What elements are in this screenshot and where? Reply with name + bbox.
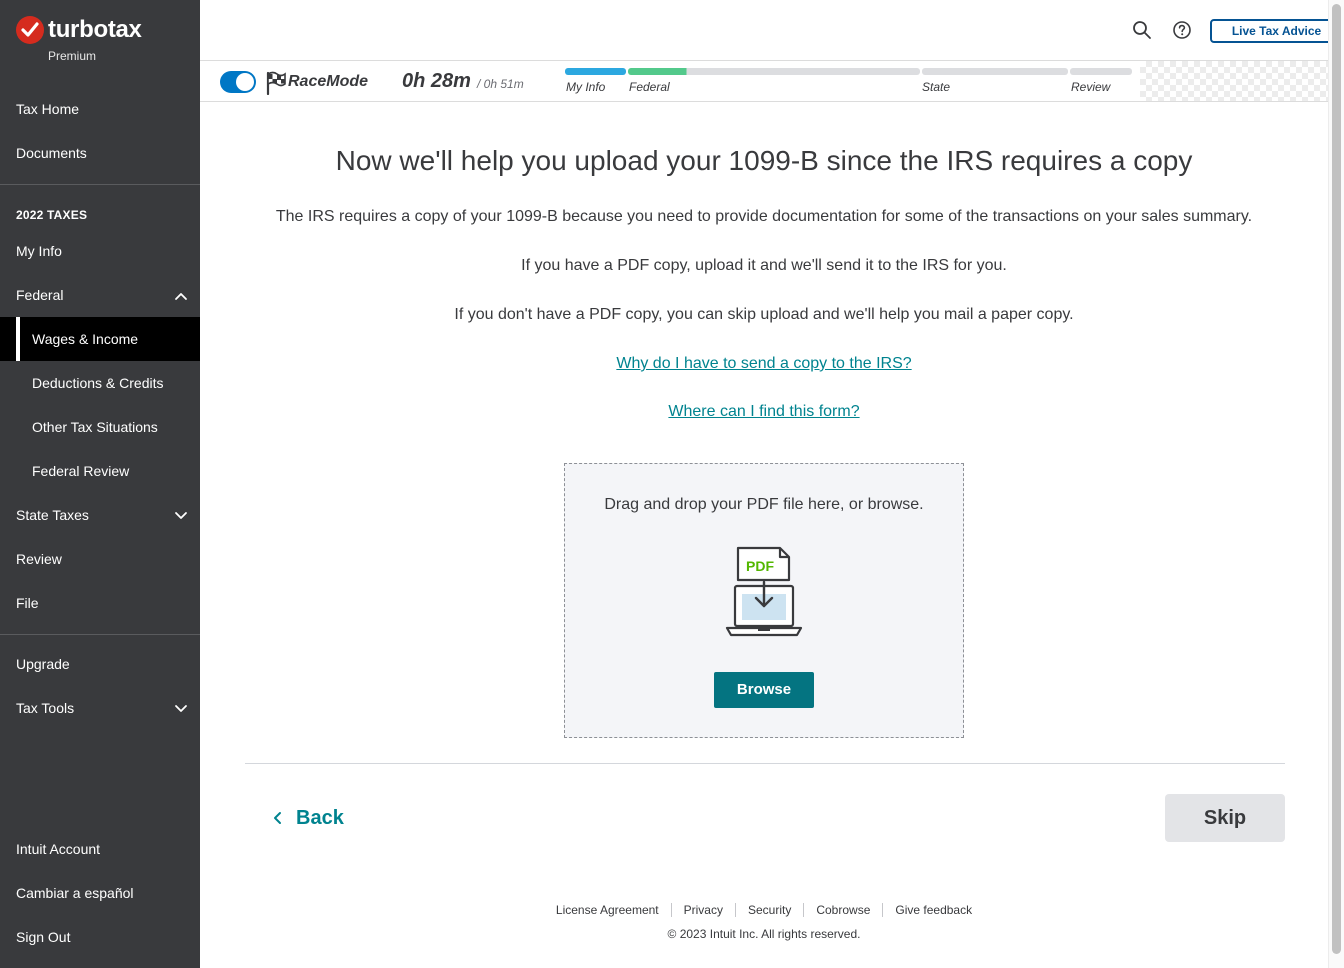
- sidebar-item-label: Other Tax Situations: [32, 419, 158, 435]
- checkered-flag-icon: [266, 71, 286, 95]
- sidebar-item-tax-home[interactable]: Tax Home: [0, 87, 200, 131]
- sidebar-item-label: Federal Review: [32, 463, 130, 479]
- sidebar-item-cambiar-espanol[interactable]: Cambiar a español: [0, 871, 200, 915]
- toggle-knob: [236, 73, 254, 91]
- brand-edition: Premium: [48, 49, 97, 63]
- skip-button[interactable]: Skip: [1165, 794, 1285, 842]
- sidebar-item-label: Upgrade: [16, 656, 70, 672]
- sidebar-item-wages-income[interactable]: Wages & Income: [0, 317, 200, 361]
- browse-button[interactable]: Browse: [714, 672, 814, 708]
- content-divider: [245, 763, 1285, 764]
- sidebar-item-documents[interactable]: Documents: [0, 131, 200, 175]
- sidebar-item-label: State Taxes: [16, 507, 89, 523]
- sidebar-item-label: Tax Tools: [16, 700, 75, 716]
- progress-track-state: [922, 68, 1068, 75]
- racemode-progress-bar: RaceMode 0h 28m / 0h 51m My Info Federal…: [200, 60, 1328, 102]
- checkered-finish-pattern: [1140, 61, 1328, 101]
- sidebar-item-intuit-account[interactable]: Intuit Account: [0, 827, 200, 871]
- sidebar-item-other-tax-situations[interactable]: Other Tax Situations: [0, 405, 200, 449]
- dropzone-instruction: Drag and drop your PDF file here, or bro…: [604, 496, 924, 513]
- sidebar-item-federal[interactable]: Federal: [0, 273, 200, 317]
- sidebar-item-label: Documents: [16, 145, 87, 161]
- page-title: Now we'll help you upload your 1099-B si…: [335, 145, 1193, 176]
- footer-link-security[interactable]: Security: [734, 903, 803, 917]
- chevron-down-icon: [175, 512, 187, 519]
- copyright: © 2023 Intuit Inc. All rights reserved.: [667, 927, 861, 941]
- progress-track-review: [1070, 68, 1132, 75]
- top-header: Live Tax Advice: [200, 0, 1343, 60]
- brand-name: turbotax: [48, 16, 142, 43]
- sidebar-divider: [0, 184, 200, 185]
- sidebar-item-review[interactable]: Review: [0, 537, 200, 581]
- sidebar-item-label: Review: [16, 551, 62, 567]
- sidebar-item-file[interactable]: File: [0, 581, 200, 625]
- scrollbar-thumb[interactable]: [1332, 4, 1341, 954]
- progress-track-my-info: [565, 68, 626, 75]
- vertical-scrollbar[interactable]: [1328, 0, 1344, 968]
- sidebar-item-federal-review[interactable]: Federal Review: [0, 449, 200, 493]
- sidebar-item-label: Sign Out: [16, 929, 71, 945]
- footer-link-cobrowse[interactable]: Cobrowse: [803, 903, 882, 917]
- sidebar-item-label: Federal: [16, 287, 64, 303]
- footer-links: License Agreement Privacy Security Cobrowse…: [200, 903, 1328, 917]
- why-send-copy-link[interactable]: Why do I have to send a copy to the IRS?: [616, 355, 911, 372]
- sidebar-item-state-taxes[interactable]: State Taxes: [0, 493, 200, 537]
- pdf-upload-paragraph: If you have a PDF copy, upload it and we…: [521, 257, 1007, 274]
- progress-track-federal: [628, 68, 920, 75]
- sidebar-item-my-info[interactable]: My Info: [0, 229, 200, 273]
- stage-label-federal: Federal: [629, 80, 670, 94]
- sidebar-item-label: Intuit Account: [16, 841, 101, 857]
- checkmark-logo-icon: [16, 16, 44, 44]
- intro-paragraph: The IRS requires a copy of your 1099-B b…: [275, 208, 1253, 225]
- sidebar-item-label: Cambiar a español: [16, 885, 134, 901]
- chevron-down-icon: [175, 705, 187, 712]
- why-send-copy-link-row: Why do I have to send a copy to the IRS?: [200, 355, 1328, 373]
- skip-upload-paragraph: If you don't have a PDF copy, you can sk…: [454, 306, 1074, 323]
- back-label: Back: [296, 807, 344, 829]
- sidebar-divider: [0, 634, 200, 635]
- footer-link-feedback[interactable]: Give feedback: [882, 903, 984, 917]
- racemode-label: RaceMode: [288, 73, 369, 90]
- sidebar-item-tax-tools[interactable]: Tax Tools: [0, 686, 200, 730]
- stage-label-state: State: [922, 80, 951, 94]
- sidebar-item-label: Deductions & Credits: [32, 375, 164, 391]
- sidebar-item-label: Wages & Income: [32, 331, 139, 347]
- stage-label-my-info: My Info: [566, 80, 606, 94]
- stage-label-review: Review: [1071, 80, 1111, 94]
- chevron-up-icon: [175, 293, 187, 300]
- main-content: Now we'll help you upload your 1099-B si…: [200, 103, 1328, 968]
- sidebar-item-label: Tax Home: [16, 101, 80, 117]
- pdf-icon-label: PDF: [746, 558, 774, 574]
- sidebar-item-deductions-credits[interactable]: Deductions & Credits: [0, 361, 200, 405]
- sidebar-item-label: File: [16, 595, 39, 611]
- pdf-dropzone[interactable]: Drag and drop your PDF file here, or bro…: [564, 463, 964, 738]
- search-icon[interactable]: [1132, 20, 1152, 40]
- target-time: / 0h 51m: [477, 77, 524, 91]
- footer-link-license[interactable]: License Agreement: [544, 903, 671, 917]
- sidebar-item-upgrade[interactable]: Upgrade: [0, 642, 200, 686]
- sidebar-item-label: My Info: [16, 243, 62, 259]
- chevron-left-icon: [274, 812, 281, 824]
- sidebar-item-sign-out[interactable]: Sign Out: [0, 915, 200, 959]
- where-find-form-link-row: Where can I find this form?: [200, 403, 1328, 421]
- live-tax-advice-button[interactable]: Live Tax Advice: [1210, 19, 1343, 43]
- where-find-form-link[interactable]: Where can I find this form?: [668, 403, 859, 420]
- racemode-toggle[interactable]: [220, 71, 256, 93]
- pdf-upload-laptop-icon: PDF: [725, 546, 803, 637]
- elapsed-time: 0h 28m: [402, 70, 471, 92]
- sidebar: turbotax Premium Tax Home Documents 2022…: [0, 0, 200, 968]
- help-icon[interactable]: [1172, 20, 1192, 40]
- sidebar-section-heading: 2022 TAXES: [16, 208, 88, 222]
- footer-link-privacy[interactable]: Privacy: [670, 903, 735, 917]
